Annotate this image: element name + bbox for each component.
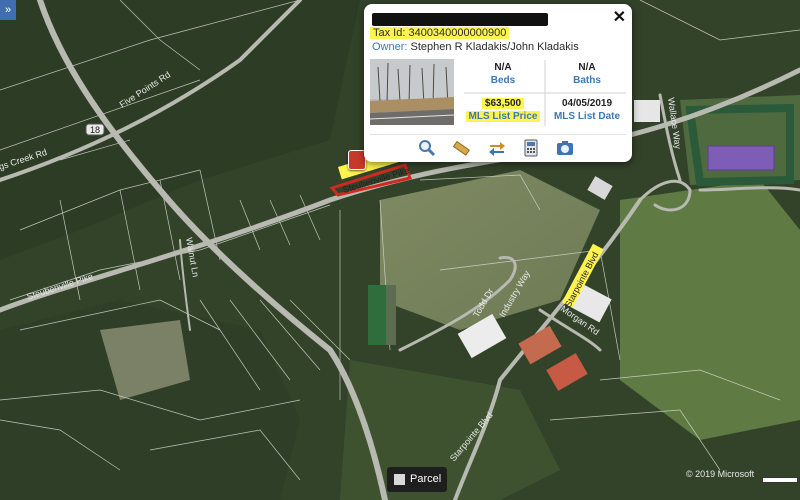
- owner-name: Stephen R Kladakis/John Kladakis: [410, 41, 579, 53]
- scale-bar: [762, 477, 798, 483]
- parcel-legend[interactable]: Parcel: [387, 467, 447, 492]
- parcel-swatch: [394, 474, 405, 485]
- zoom-icon[interactable]: [418, 139, 436, 157]
- measure-icon[interactable]: [452, 139, 470, 157]
- expand-panel-button[interactable]: »: [0, 0, 16, 20]
- baths-value: N/A: [578, 62, 596, 73]
- beds-value: N/A: [494, 62, 512, 73]
- beds-cell: N/A Beds: [462, 58, 544, 92]
- list-date-value: 04/05/2019: [561, 98, 613, 109]
- tax-id: Tax Id: 3400340000000900: [370, 27, 510, 39]
- popup-toolbar: [370, 134, 626, 159]
- list-date-label: MLS List Date: [553, 111, 621, 122]
- redacted-address: [372, 13, 548, 26]
- owner-label: Owner:: [372, 41, 408, 53]
- beds-label: Beds: [490, 75, 516, 86]
- map-copyright: © 2019 Microsoft: [686, 469, 755, 479]
- property-stats: N/A Beds N/A Baths $63,500 MLS List Pric…: [462, 58, 628, 128]
- route-18-label: 18: [90, 125, 100, 135]
- list-price-label: MLS List Price: [465, 111, 541, 122]
- photo-icon[interactable]: [556, 139, 574, 157]
- parcel-legend-label: Parcel: [410, 473, 442, 485]
- baths-cell: N/A Baths: [546, 58, 628, 92]
- owner-line: Owner: Stephen R Kladakis/John Kladakis: [372, 41, 579, 53]
- calculator-icon[interactable]: [522, 139, 540, 157]
- property-photo[interactable]: [370, 59, 454, 125]
- date-cell: 04/05/2019 MLS List Date: [546, 94, 628, 128]
- directions-icon[interactable]: [488, 139, 506, 157]
- price-cell: $63,500 MLS List Price: [462, 94, 544, 128]
- close-icon[interactable]: ✕: [613, 7, 626, 27]
- property-info-popup: ✕ Tax Id: 3400340000000900 Owner: Stephe…: [364, 4, 632, 162]
- baths-label: Baths: [573, 75, 601, 86]
- list-price-value: $63,500: [481, 98, 525, 109]
